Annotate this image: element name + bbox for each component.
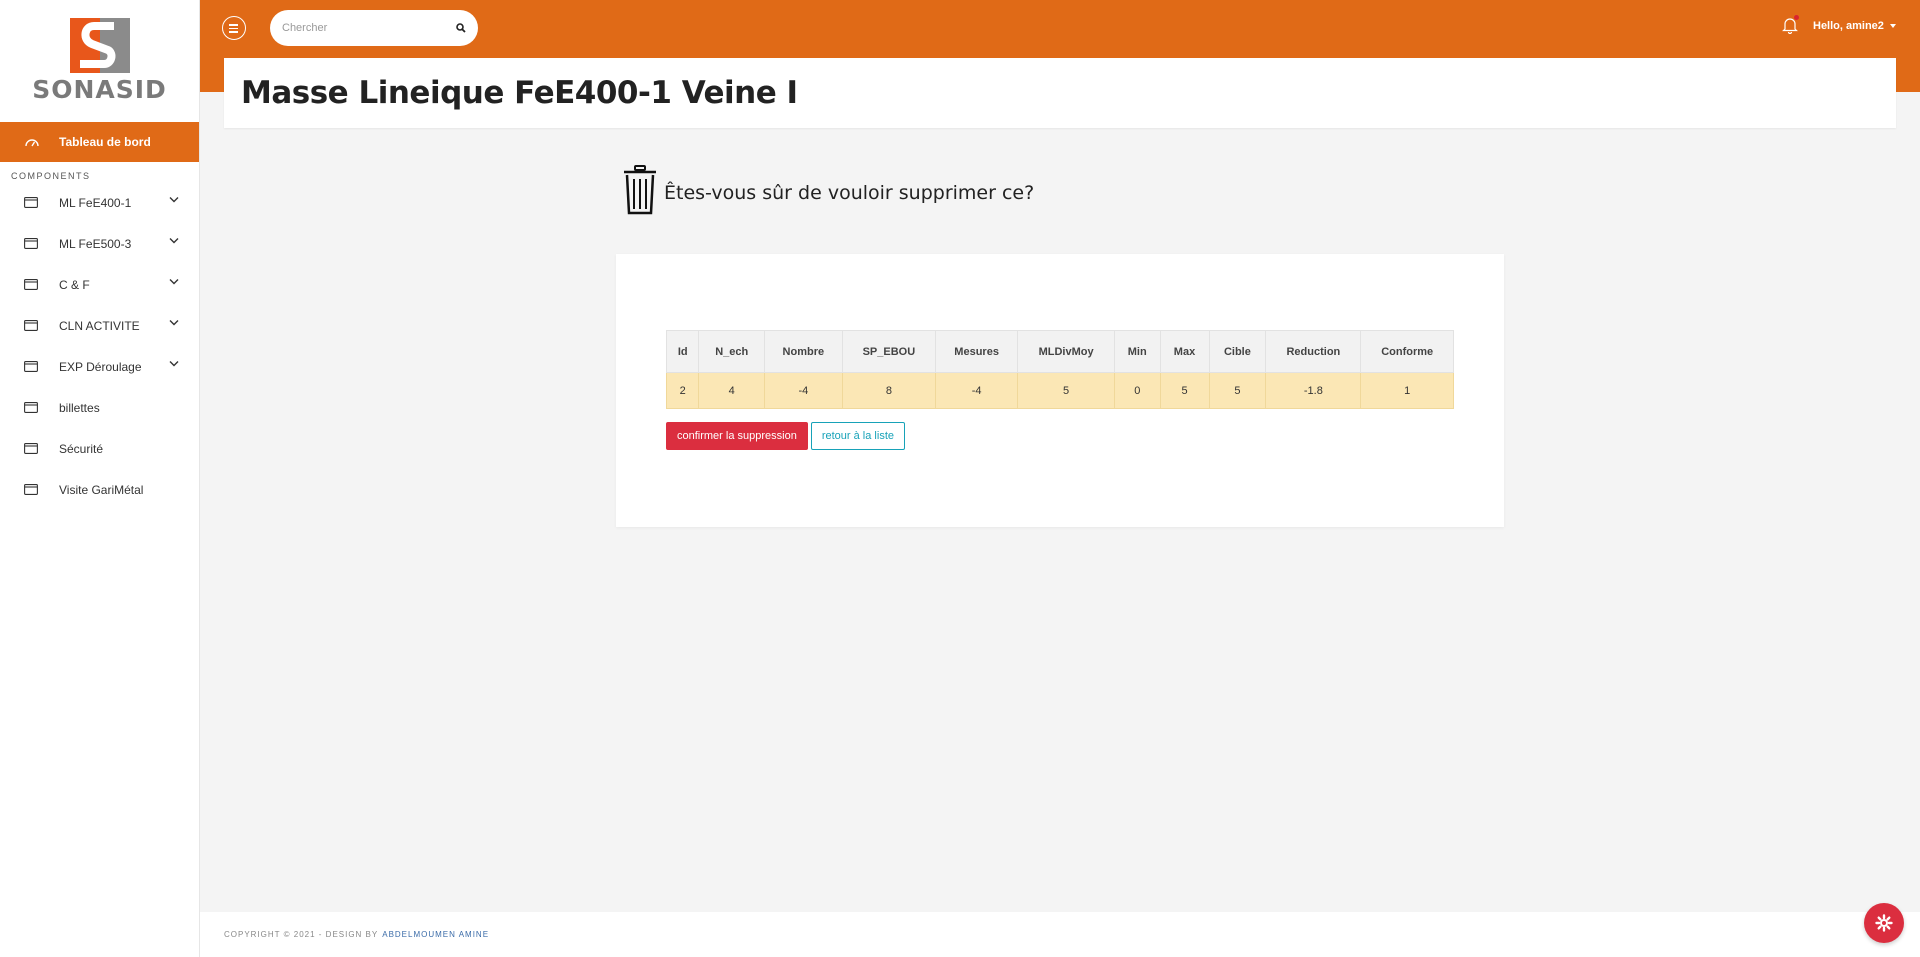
sidebar-section-label: COMPONENTS: [11, 171, 91, 181]
brand-name: SONASID: [32, 75, 167, 104]
delete-prompt: Êtes-vous sûr de vouloir supprimer ce?: [622, 165, 1034, 215]
chevron-down-icon[interactable]: [169, 319, 179, 326]
table-row: 2 4 -4 8 -4 5 0 5 5 -1.8 1: [665, 372, 1454, 409]
window-icon: [24, 320, 40, 332]
page-header: Masse Lineique FeE400-1 Veine I: [224, 58, 1896, 128]
window-icon: [24, 484, 40, 496]
column-header: MLDivMoy: [1017, 330, 1115, 373]
chevron-down-icon[interactable]: [169, 278, 179, 285]
dashboard-icon: [25, 139, 39, 147]
sidebar-item-dashboard[interactable]: Tableau de bord: [0, 122, 199, 162]
confirm-delete-button[interactable]: confirmer la suppression: [666, 422, 808, 450]
table-cell: 0: [1114, 372, 1161, 409]
table-cell: 1: [1360, 372, 1454, 409]
column-header: Min: [1114, 330, 1161, 373]
search-icon[interactable]: [456, 23, 466, 33]
column-header: Reduction: [1265, 330, 1362, 373]
table-cell: -4: [763, 372, 843, 409]
caret-down-icon: [1889, 24, 1896, 28]
column-header: Mesures: [935, 330, 1019, 373]
sidebar-item-label: ML FeE400-1: [59, 195, 132, 210]
brand-logo[interactable]: SONASID: [0, 0, 199, 122]
chevron-down-icon[interactable]: [169, 360, 179, 367]
window-icon: [24, 238, 40, 250]
trash-icon: [624, 165, 656, 215]
table-cell: 5: [1017, 372, 1115, 409]
window-icon: [24, 361, 40, 373]
action-bar: confirmer la suppression retour à la lis…: [666, 422, 905, 450]
sidebar-item-label: ML FeE500-3: [59, 236, 132, 251]
sidebar-item-exp-d-roulage[interactable]: EXP Déroulage: [0, 346, 199, 387]
back-to-list-button[interactable]: retour à la liste: [810, 422, 905, 450]
window-icon: [24, 402, 40, 414]
window-icon: [24, 279, 40, 291]
sidebar-item-label: billettes: [59, 400, 100, 415]
column-header: Nombre: [763, 330, 843, 373]
settings-button[interactable]: [1864, 903, 1904, 943]
table-cell: -1.8: [1265, 372, 1362, 409]
column-header: Id: [665, 330, 700, 373]
table-cell: 4: [698, 372, 765, 409]
confirm-question: Êtes-vous sûr de vouloir supprimer ce?: [664, 182, 1035, 204]
column-header: Cible: [1208, 330, 1267, 373]
sidebar-item-ml-fee400-1[interactable]: ML FeE400-1: [0, 182, 199, 223]
sidebar-item-label: CLN ACTIVITE: [59, 318, 140, 333]
footer: COPYRIGHT © 2021 - DESIGN BY ABDELMOUMEN…: [200, 912, 1920, 957]
sidebar-item-cln-activite[interactable]: CLN ACTIVITE: [0, 305, 199, 346]
sonasid-logo-icon: [69, 18, 130, 73]
user-greeting: Hello, amine2: [1813, 20, 1884, 32]
copyright-text: COPYRIGHT © 2021 - DESIGN BY: [224, 930, 379, 939]
sidebar-item-ml-fee500-3[interactable]: ML FeE500-3: [0, 223, 199, 264]
gear-icon: [1875, 914, 1893, 932]
column-header: SP_EBOU: [841, 330, 937, 373]
chevron-down-icon[interactable]: [169, 237, 179, 244]
sidebar-item-label: C & F: [59, 277, 90, 292]
page-title: Masse Lineique FeE400-1 Veine I: [241, 75, 798, 111]
window-icon: [24, 443, 40, 455]
sidebar-item-s-curit-[interactable]: Sécurité: [0, 428, 199, 469]
table-cell: -4: [935, 372, 1019, 409]
sidebar-item-label: Visite GariMétal: [59, 482, 144, 497]
table-cell: 5: [1159, 372, 1210, 409]
table-cell: 2: [665, 372, 700, 409]
notifications-button[interactable]: [1782, 15, 1799, 35]
notification-badge: [1794, 15, 1799, 20]
chevron-down-icon[interactable]: [169, 196, 179, 203]
sidebar: SONASID Tableau de bord COMPONENTS ML Fe…: [0, 0, 200, 957]
table-header-row: Id N_ech Nombre SP_EBOU Mesures MLDivMoy Min Ma…: [665, 330, 1454, 373]
sidebar-nav-list: ML FeE400-1 ML FeE500-3 C & F CLN ACTIVITE E…: [0, 182, 199, 510]
sidebar-item-billettes[interactable]: billettes: [0, 387, 199, 428]
menu-toggle-button[interactable]: [222, 16, 246, 40]
search-input[interactable]: [282, 22, 442, 34]
window-icon: [24, 197, 40, 209]
sidebar-item-label: Tableau de bord: [59, 135, 151, 149]
user-menu[interactable]: Hello, amine2: [1813, 20, 1896, 32]
record-card: Id N_ech Nombre SP_EBOU Mesures MLDivMoy Min Ma…: [616, 254, 1504, 527]
record-table: Id N_ech Nombre SP_EBOU Mesures MLDivMoy Min Ma…: [665, 330, 1454, 409]
table-cell: 8: [841, 372, 937, 409]
author-link[interactable]: ABDELMOUMEN AMINE: [382, 930, 489, 939]
sidebar-item-visite-garim-tal[interactable]: Visite GariMétal: [0, 469, 199, 510]
column-header: Max: [1159, 330, 1210, 373]
table-cell: 5: [1208, 372, 1267, 409]
search-box: [270, 10, 478, 46]
column-header: N_ech: [698, 330, 765, 373]
column-header: Conforme: [1360, 330, 1454, 373]
sidebar-item-label: Sécurité: [59, 441, 104, 456]
sidebar-item-label: EXP Déroulage: [59, 359, 142, 374]
sidebar-item-c-f[interactable]: C & F: [0, 264, 199, 305]
